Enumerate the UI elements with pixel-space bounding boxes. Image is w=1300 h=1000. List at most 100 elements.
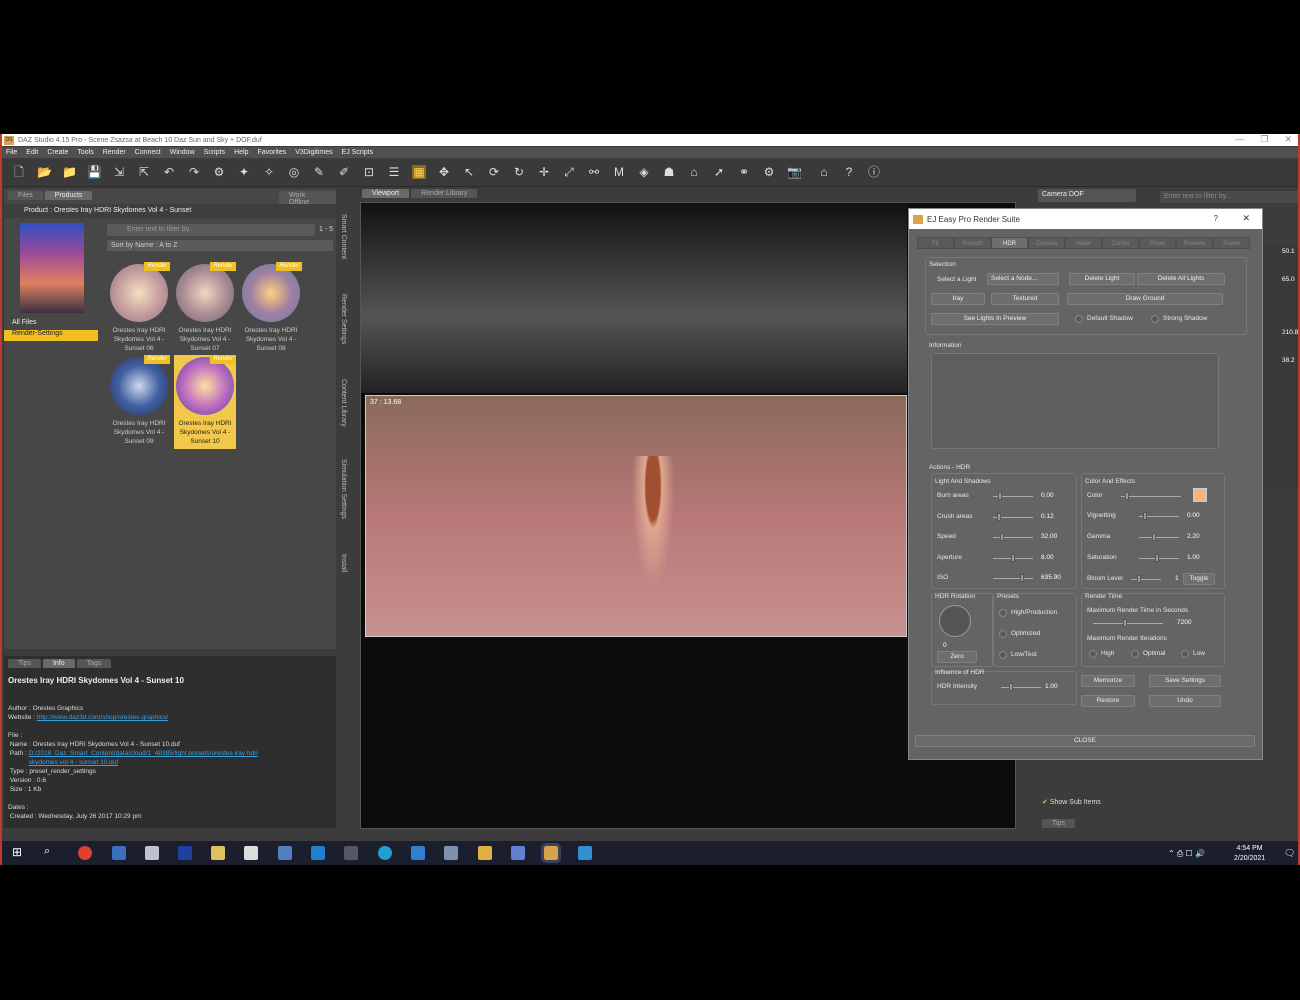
tab-products[interactable]: Products xyxy=(44,191,93,200)
menu-create[interactable]: Create xyxy=(47,149,68,156)
effect-slider-2[interactable] xyxy=(1139,554,1179,562)
thumb-sunset-09[interactable]: Render Orestes Iray HDRI Skydomes Vol 4 -… xyxy=(108,355,170,449)
strong-shadow-radio[interactable] xyxy=(1151,315,1159,323)
menu-v3digitimes[interactable]: V3Digitimes xyxy=(295,149,332,156)
tab-simulation-settings[interactable]: Simulation Settings xyxy=(340,459,347,519)
close-button[interactable]: CLOSE xyxy=(915,735,1255,747)
dtab-fit[interactable]: Fit xyxy=(917,237,954,249)
save-settings-button[interactable]: Save Settings xyxy=(1149,675,1221,687)
maximize-icon[interactable]: ❐ xyxy=(1260,134,1268,145)
rotate-icon[interactable]: ⟳ xyxy=(487,165,501,179)
effect-slider-0[interactable] xyxy=(1139,512,1179,520)
translate-icon[interactable]: ✛ xyxy=(537,165,551,179)
redo-icon[interactable]: ↷ xyxy=(187,165,201,179)
tab-smart-content[interactable]: Smart Content xyxy=(340,214,347,259)
open-icon[interactable]: 📂 xyxy=(37,165,52,179)
tab-files[interactable]: Files xyxy=(8,191,43,200)
folder-render-settings[interactable]: Render-Settings xyxy=(4,330,98,341)
notification-icon[interactable]: 🗨 xyxy=(1284,848,1295,859)
render-icon[interactable]: 📷 xyxy=(787,165,802,179)
menu-window[interactable]: Window xyxy=(170,149,195,156)
target-icon[interactable]: ◎ xyxy=(287,165,301,179)
calculator-icon[interactable] xyxy=(278,846,292,860)
light-slider-1[interactable] xyxy=(993,512,1033,521)
dtab-scene[interactable]: Scene xyxy=(1213,237,1250,249)
tips-tab-right[interactable]: Tips xyxy=(1042,819,1075,828)
merge-icon[interactable]: 📁 xyxy=(62,165,77,179)
light-slider-4[interactable] xyxy=(993,574,1033,582)
ie-icon[interactable] xyxy=(411,846,425,860)
daz-studio-taskbar-icon[interactable] xyxy=(541,843,561,863)
render-time-slider[interactable] xyxy=(1093,619,1163,627)
import-icon[interactable]: ⇲ xyxy=(112,165,126,179)
steam-icon[interactable] xyxy=(344,846,358,860)
effect-slider-1[interactable] xyxy=(1139,533,1179,541)
dtab-smooth[interactable]: Smooth xyxy=(954,237,991,249)
close-window-icon[interactable]: ✕ xyxy=(1284,134,1292,145)
iter-low-radio[interactable] xyxy=(1181,650,1189,658)
hdr-intensity-slider[interactable] xyxy=(1001,683,1041,691)
orbit-icon[interactable]: ↻ xyxy=(512,165,526,179)
select-node-dropdown[interactable]: Select a Node... xyxy=(987,273,1059,285)
undo-button[interactable]: Undo xyxy=(1149,695,1221,707)
menu-ej-scripts[interactable]: EJ Scripts xyxy=(342,149,374,156)
tab-render-settings[interactable]: Render Settings xyxy=(340,294,347,344)
dtab-hider[interactable]: Hider xyxy=(1065,237,1102,249)
see-lights-button[interactable]: See Lights In Preview xyxy=(931,313,1059,325)
right-filter-input[interactable]: Enter text to filter by... xyxy=(1160,191,1298,203)
preset-high-radio[interactable] xyxy=(999,609,1007,617)
whats-this-icon[interactable]: ? xyxy=(842,165,856,179)
tab-render-library[interactable]: Render Library xyxy=(411,189,478,198)
scale-icon[interactable]: ⤢ xyxy=(562,165,576,179)
bloom-toggle-button[interactable]: Toggle xyxy=(1183,573,1215,585)
thumb-sunset-07[interactable]: Render Orestes Iray HDRI Skydomes Vol 4 -… xyxy=(174,262,236,356)
select-arrow-icon[interactable]: ➚ xyxy=(712,165,726,179)
dialog-close-icon[interactable]: ✕ xyxy=(1242,213,1250,224)
light-slider-2[interactable] xyxy=(993,533,1033,541)
minimize-icon[interactable]: — xyxy=(1235,134,1244,145)
dialog-help-icon[interactable]: ? xyxy=(1214,214,1218,223)
dtab-corner[interactable]: Corner xyxy=(1102,237,1139,249)
bloom-slider[interactable] xyxy=(1131,575,1161,583)
light-slider-3[interactable] xyxy=(993,553,1033,562)
tab-info[interactable]: Info xyxy=(42,659,75,668)
app-icon-2[interactable] xyxy=(112,846,126,860)
filter-input[interactable]: Enter text to filter by... xyxy=(107,224,315,236)
thumb-sunset-08[interactable]: Render Orestes Iray HDRI Skydomes Vol 4 -… xyxy=(240,262,302,356)
tab-tips[interactable]: Tips xyxy=(8,659,41,668)
menu-favorites[interactable]: Favorites xyxy=(257,149,286,156)
preset-optimized-radio[interactable] xyxy=(999,630,1007,638)
undo-icon[interactable]: ↶ xyxy=(162,165,176,179)
dtab-preview[interactable]: Preview xyxy=(1176,237,1213,249)
surface-selection-icon[interactable]: ▦ xyxy=(412,165,426,179)
dtab-camera[interactable]: Camera xyxy=(1028,237,1065,249)
sort-dropdown[interactable]: Sort by Name : A to Z xyxy=(107,240,333,251)
hdr-rotation-dial[interactable] xyxy=(939,605,971,637)
figure-icon[interactable]: ☗ xyxy=(662,165,676,179)
light-slider-0[interactable] xyxy=(993,492,1033,500)
show-sub-items-checkbox[interactable]: ✔ Show Sub Items xyxy=(1042,798,1101,806)
path-link[interactable]: D:/2018_Daz_Smart_Content/data/cloud/1_4… xyxy=(29,749,289,767)
menu-edit[interactable]: Edit xyxy=(26,149,38,156)
tab-content-library[interactable]: Content Library xyxy=(340,379,347,427)
delete-light-button[interactable]: Delete Light xyxy=(1069,273,1135,285)
iter-high-radio[interactable] xyxy=(1089,650,1097,658)
photoshop-icon[interactable] xyxy=(178,846,192,860)
move-icon[interactable]: ✥ xyxy=(437,165,451,179)
export-icon[interactable]: ⇱ xyxy=(137,165,151,179)
tab-viewport[interactable]: Viewport xyxy=(362,189,410,198)
preset-low-radio[interactable] xyxy=(999,651,1007,659)
delete-all-lights-button[interactable]: Delete All Lights xyxy=(1137,273,1225,285)
spot-render-icon[interactable]: ✦ xyxy=(237,165,251,179)
tab-install[interactable]: Install xyxy=(340,554,347,572)
textured-button[interactable]: Textured xyxy=(991,293,1059,305)
default-shadow-radio[interactable] xyxy=(1075,315,1083,323)
menu-connect[interactable]: Connect xyxy=(135,149,161,156)
align-icon[interactable]: ☰ xyxy=(387,165,401,179)
app-icon-3[interactable] xyxy=(145,846,159,860)
mail-icon[interactable] xyxy=(211,846,225,860)
tray-icons[interactable]: ⌃ ⎙ ☐ 🔊 xyxy=(1168,849,1205,859)
brush-icon[interactable]: ✐ xyxy=(337,165,351,179)
skype-icon[interactable] xyxy=(311,846,325,860)
dtab-hdr[interactable]: HDR xyxy=(991,237,1028,249)
